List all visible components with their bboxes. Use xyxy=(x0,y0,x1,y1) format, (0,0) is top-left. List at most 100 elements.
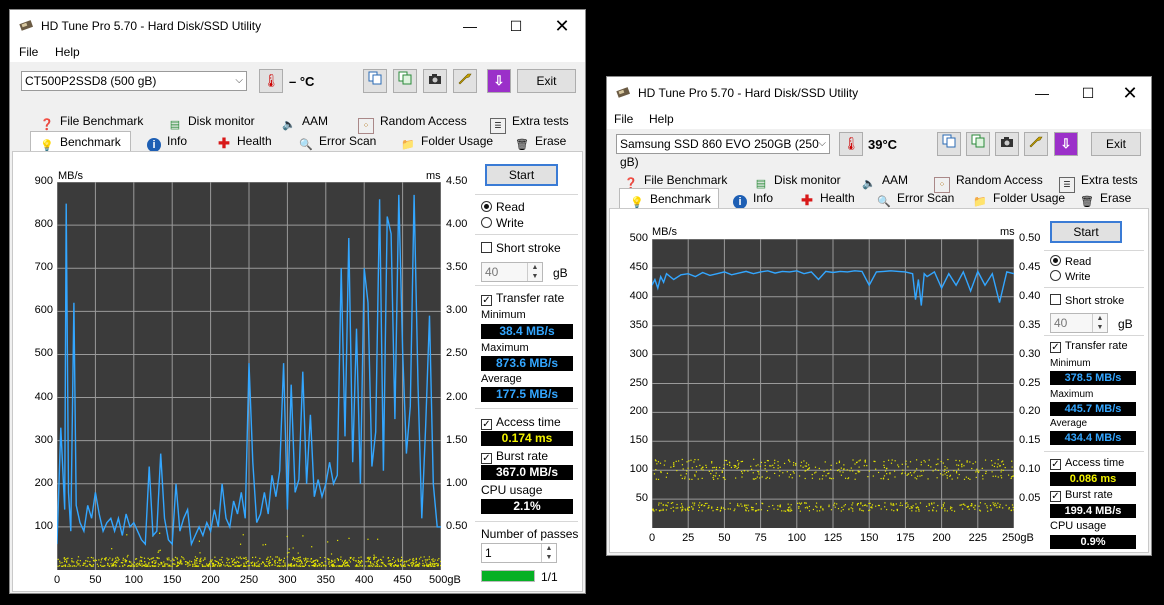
transfer-rate-checkbox[interactable]: ✓ Transfer rate xyxy=(481,291,564,306)
tab-error-scan[interactable]: 🔍 Error Scan xyxy=(877,188,954,208)
screenshot-button[interactable] xyxy=(995,132,1019,156)
tab-health[interactable]: ✚ Health xyxy=(800,188,855,208)
access-time-point xyxy=(779,505,781,507)
read-radio[interactable]: Read xyxy=(481,200,525,214)
tab-error-scan[interactable]: 🔍 Error Scan xyxy=(299,131,376,151)
drive-select[interactable]: Samsung SSD 860 EVO 250GB (250 gB) ⌵ xyxy=(616,134,830,169)
tab-disk-monitor[interactable]: ▤ Disk monitor xyxy=(754,170,841,190)
short-stroke-stepper[interactable]: 40 ▲ ▼ xyxy=(1050,313,1108,333)
tab-extra-tests[interactable]: ☰ Extra tests xyxy=(490,111,569,134)
access-time-point xyxy=(147,557,149,559)
tab-random-access[interactable]: ⁘ Random Access xyxy=(934,170,1043,193)
short-stroke-checkbox[interactable]: Short stroke xyxy=(1050,294,1124,307)
access-time-point xyxy=(738,505,740,507)
access-time-point xyxy=(124,558,126,561)
access-time-point xyxy=(783,510,785,512)
access-time-point xyxy=(175,565,178,567)
close-button[interactable]: ✕ xyxy=(539,10,585,42)
access-time-point xyxy=(1002,469,1004,471)
burst-rate-checkbox[interactable]: ✓ Burst rate xyxy=(481,449,548,464)
tab-erase[interactable]: 🗑 Erase xyxy=(1080,188,1131,208)
access-time-point xyxy=(400,563,402,565)
access-time-point xyxy=(151,561,154,563)
access-time-point xyxy=(1012,475,1014,477)
save-button[interactable]: ⇩ xyxy=(487,69,511,93)
tab-random-access[interactable]: ⁘ Random Access xyxy=(358,111,467,134)
tab-aam[interactable]: 🔈 AAM xyxy=(862,170,908,190)
options-button[interactable] xyxy=(1024,132,1048,156)
tab-disk-monitor[interactable]: ▤ Disk monitor xyxy=(168,111,255,131)
tab-info[interactable]: i Info xyxy=(733,188,773,209)
tab-file-benchmark[interactable]: ❓ File Benchmark xyxy=(40,111,143,131)
menu-file[interactable]: File xyxy=(19,45,38,59)
access-time-point xyxy=(373,556,376,558)
tab-folder-usage[interactable]: 📁 Folder Usage xyxy=(973,188,1065,208)
menu-file[interactable]: File xyxy=(614,112,633,126)
access-time-point xyxy=(112,558,114,560)
start-button[interactable]: Start xyxy=(485,164,558,186)
transfer-rate-checkbox[interactable]: ✓ Transfer rate xyxy=(1050,340,1128,353)
save-button[interactable]: ⇩ xyxy=(1054,132,1078,156)
tab-extra-tests[interactable]: ☰ Extra tests xyxy=(1059,170,1138,193)
access-time-point xyxy=(196,565,199,567)
drive-select[interactable]: CT500P2SSD8 (500 gB) ⌵ xyxy=(21,71,247,91)
copy-all-button[interactable] xyxy=(393,69,417,93)
passes-stepper[interactable]: 1 ▲ ▼ xyxy=(481,543,557,563)
menu-help[interactable]: Help xyxy=(55,45,80,59)
tab-file-benchmark[interactable]: ❓ File Benchmark xyxy=(624,170,727,190)
minimize-button[interactable]: — xyxy=(447,10,493,42)
title-bar[interactable]: HD Tune Pro 5.70 - Hard Disk/SSD Utility… xyxy=(607,77,1151,109)
maximize-button[interactable]: ☐ xyxy=(1065,77,1111,109)
close-button[interactable]: ✕ xyxy=(1107,77,1153,109)
access-time-point xyxy=(359,561,362,563)
access-time-point xyxy=(83,564,85,566)
menu-help[interactable]: Help xyxy=(649,112,674,126)
minimize-button[interactable]: — xyxy=(1019,77,1065,109)
access-time-point xyxy=(690,459,692,461)
access-time-point xyxy=(949,508,952,510)
start-button[interactable]: Start xyxy=(1050,221,1122,243)
burst-rate-checkbox[interactable]: ✓ Burst rate xyxy=(1050,489,1113,502)
tab-info[interactable]: i Info xyxy=(147,131,187,152)
maximize-button[interactable]: ☐ xyxy=(493,10,539,42)
access-time-point xyxy=(699,502,701,504)
write-radio[interactable]: Write xyxy=(1050,270,1090,283)
access-time-point xyxy=(358,565,360,567)
access-time-point xyxy=(990,508,992,510)
access-time-point xyxy=(971,467,973,470)
tab-benchmark[interactable]: 💡 Benchmark xyxy=(30,131,131,152)
tab-health[interactable]: ✚ Health xyxy=(217,131,272,151)
tab-erase[interactable]: 🗑 Erase xyxy=(515,131,566,151)
tab-folder-usage[interactable]: 📁 Folder Usage xyxy=(401,131,493,151)
copy-info-button[interactable] xyxy=(363,69,387,93)
access-time-checkbox[interactable]: ✓ Access time xyxy=(481,415,561,430)
copy-info-button[interactable] xyxy=(937,132,961,156)
access-time-point xyxy=(433,565,435,567)
access-time-point xyxy=(355,560,357,562)
write-radio[interactable]: Write xyxy=(481,216,524,230)
copy-all-button[interactable] xyxy=(966,132,990,156)
tab-benchmark[interactable]: 💡 Benchmark xyxy=(619,188,719,209)
options-button[interactable] xyxy=(453,69,477,93)
access-time-point xyxy=(883,461,885,463)
exit-button[interactable]: Exit xyxy=(517,69,576,93)
access-time-point xyxy=(269,559,271,561)
short-stroke-checkbox[interactable]: Short stroke xyxy=(481,241,561,255)
access-time-point xyxy=(305,564,307,566)
access-time-point xyxy=(279,562,281,564)
access-time-point xyxy=(137,562,139,564)
access-time-point xyxy=(107,559,110,561)
access-time-point xyxy=(937,458,939,460)
short-stroke-stepper[interactable]: 40 ▲ ▼ xyxy=(481,262,543,282)
screenshot-button[interactable] xyxy=(423,69,447,93)
info-icon: i xyxy=(733,195,747,209)
chevron-down-icon: ⌵ xyxy=(818,138,826,149)
access-time-point xyxy=(300,560,303,563)
access-time-point xyxy=(59,562,61,564)
access-time-checkbox[interactable]: ✓ Access time xyxy=(1050,457,1124,470)
access-time-point xyxy=(422,562,424,565)
read-radio[interactable]: Read xyxy=(1050,255,1091,268)
title-bar[interactable]: HD Tune Pro 5.70 - Hard Disk/SSD Utility… xyxy=(10,10,585,42)
exit-button[interactable]: Exit xyxy=(1091,132,1141,156)
tab-aam[interactable]: 🔈 AAM xyxy=(282,111,328,131)
